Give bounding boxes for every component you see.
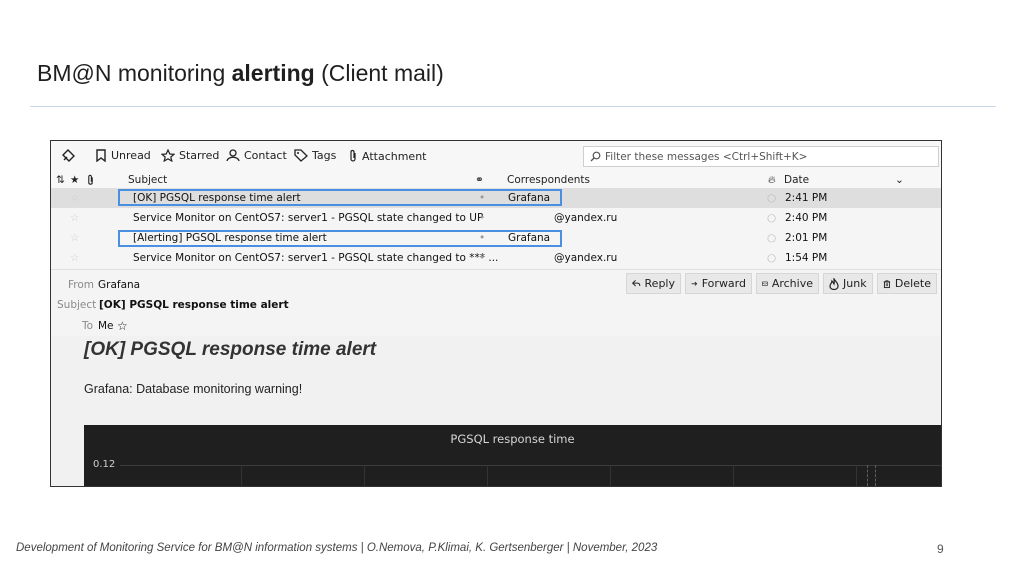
pin-icon xyxy=(62,149,75,162)
correspondents-column-header[interactable]: Correspondents xyxy=(507,174,590,186)
junk-status-icon[interactable]: ○ xyxy=(767,252,776,264)
message-subject: Service Monitor on CentOS7: server1 - PG… xyxy=(133,212,484,224)
attachment-filter-button[interactable]: Attachment xyxy=(348,149,427,163)
panel-gridline xyxy=(241,465,242,486)
page-number: 9 xyxy=(937,542,944,556)
date-column-header[interactable]: Date xyxy=(784,174,809,186)
alert-threshold-marker xyxy=(867,465,868,486)
junk-label: Junk xyxy=(843,277,867,290)
contact-icon xyxy=(226,149,240,162)
message-header-pane: From Grafana Subject [OK] PGSQL response… xyxy=(51,269,941,337)
reply-button[interactable]: Reply xyxy=(626,273,681,294)
panel-gridline xyxy=(364,465,365,486)
delete-label: Delete xyxy=(894,277,931,290)
panel-gridline xyxy=(120,465,941,466)
grafana-panel: PGSQL response time 0.12 xyxy=(84,425,941,486)
unread-label: Unread xyxy=(111,149,151,162)
message-body: [OK] PGSQL response time alert Grafana: … xyxy=(51,336,941,486)
junk-status-icon[interactable]: ○ xyxy=(767,212,776,224)
message-row[interactable]: ☆ Service Monitor on CentOS7: server1 - … xyxy=(51,248,941,268)
panel-title: PGSQL response time xyxy=(450,432,575,446)
attachment-label: Attachment xyxy=(362,149,427,163)
tag-icon xyxy=(294,149,308,162)
star-outline-icon xyxy=(161,149,175,162)
panel-gridline xyxy=(733,465,734,486)
star-toggle-icon[interactable]: ☆ xyxy=(70,212,79,224)
junk-status-icon[interactable]: ○ xyxy=(767,192,776,204)
slide-title-prefix: BM@N monitoring xyxy=(37,60,232,86)
starred-label: Starred xyxy=(179,149,220,162)
contact-filter-button[interactable]: Contact xyxy=(226,149,287,162)
trash-icon xyxy=(883,279,891,288)
message-date: 2:41 PM xyxy=(785,192,828,204)
star-outline-icon[interactable]: ☆ xyxy=(117,319,128,333)
archive-button[interactable]: Archive xyxy=(756,273,819,294)
message-correspondent: @yandex.ru xyxy=(554,212,618,224)
subject-label: Subject xyxy=(57,299,97,311)
search-icon xyxy=(590,151,601,162)
tags-label: Tags xyxy=(312,149,337,162)
junk-button[interactable]: Junk xyxy=(823,273,873,294)
unread-dot-icon[interactable]: • xyxy=(479,252,485,264)
message-correspondent: @yandex.ru xyxy=(554,252,618,264)
message-date: 2:01 PM xyxy=(785,232,828,244)
junk-status-icon[interactable]: ○ xyxy=(767,232,776,244)
message-date: 2:40 PM xyxy=(785,212,828,224)
panel-gridline xyxy=(610,465,611,486)
starred-filter-button[interactable]: Starred xyxy=(161,149,219,162)
archive-label: Archive xyxy=(771,277,813,290)
highlight-box-ok-alert xyxy=(118,189,562,206)
panel-y-tick: 0.12 xyxy=(93,459,116,470)
reply-label: Reply xyxy=(644,277,675,290)
subject-column-header[interactable]: Subject xyxy=(128,174,167,186)
highlight-box-alerting xyxy=(118,230,562,247)
forward-button[interactable]: Forward xyxy=(685,273,752,294)
slide-title-bold: alerting xyxy=(231,60,315,86)
subject-value: [OK] PGSQL response time alert xyxy=(99,299,289,311)
panel-gridline xyxy=(856,465,857,486)
message-date: 1:54 PM xyxy=(785,252,828,264)
read-status-column-icon[interactable]: ⚭ xyxy=(475,174,484,186)
star-toggle-icon[interactable]: ☆ xyxy=(70,192,79,204)
contact-label: Contact xyxy=(244,149,287,162)
message-subject: Service Monitor on CentOS7: server1 - PG… xyxy=(133,252,499,264)
reply-icon xyxy=(632,279,641,287)
star-toggle-icon[interactable]: ☆ xyxy=(70,252,79,264)
slide-title-suffix: (Client mail) xyxy=(314,60,444,86)
from-label: From xyxy=(68,279,95,291)
slide-title: BM@N monitoring alerting (Client mail) xyxy=(37,60,444,87)
message-row[interactable]: ☆ Service Monitor on CentOS7: server1 - … xyxy=(51,208,941,228)
forward-label: Forward xyxy=(701,277,746,290)
panel-gridline xyxy=(487,465,488,486)
pin-filter-button[interactable] xyxy=(61,149,75,163)
message-list-header: ⇅ ★ Subject ⚭ Correspondents 🔥︎ Date ⌄ xyxy=(51,173,941,189)
unread-filter-button[interactable]: Unread xyxy=(95,149,151,162)
slide-footer: Development of Monitoring Service for BM… xyxy=(16,542,658,554)
thread-column-icon[interactable]: ⇅ xyxy=(56,174,65,186)
mail-client-screenshot: Unread Starred Contact Tags Attachment F… xyxy=(50,140,942,487)
title-divider xyxy=(30,106,996,107)
star-toggle-icon[interactable]: ☆ xyxy=(70,232,79,244)
star-column-icon[interactable]: ★ xyxy=(70,174,79,186)
attachment-column-icon[interactable] xyxy=(86,174,95,189)
filter-messages-input[interactable]: Filter these messages <Ctrl+Shift+K> xyxy=(583,146,939,167)
filter-placeholder: Filter these messages <Ctrl+Shift+K> xyxy=(605,150,808,163)
unread-dot-icon[interactable]: • xyxy=(479,212,485,224)
alert-threshold-marker xyxy=(875,465,876,486)
quick-filter-toolbar: Unread Starred Contact Tags Attachment F… xyxy=(51,141,941,173)
paperclip-icon xyxy=(350,149,356,162)
forward-icon xyxy=(691,281,698,286)
junk-column-icon[interactable]: 🔥︎ xyxy=(768,174,776,187)
archive-icon xyxy=(762,281,768,286)
delete-button[interactable]: Delete xyxy=(877,273,937,294)
message-text: Grafana: Database monitoring warning! xyxy=(84,382,303,396)
bookmark-icon xyxy=(96,149,106,162)
chevron-down-icon[interactable]: ⌄ xyxy=(895,174,904,186)
from-value[interactable]: Grafana xyxy=(98,279,140,291)
to-value[interactable]: Me xyxy=(98,320,114,332)
to-label: To xyxy=(82,320,94,332)
flame-icon xyxy=(829,277,839,290)
tags-filter-button[interactable]: Tags xyxy=(294,149,336,162)
message-heading: [OK] PGSQL response time alert xyxy=(84,339,377,360)
